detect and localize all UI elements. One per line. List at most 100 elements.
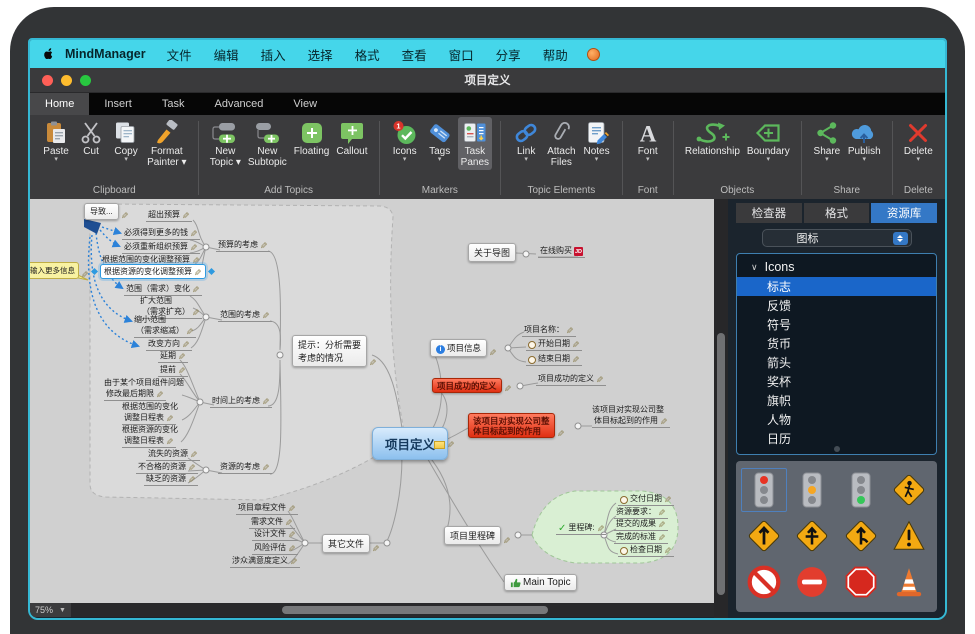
zoom-control[interactable]: 75% ▼ bbox=[30, 603, 71, 617]
menu-item-1[interactable]: 编辑 bbox=[203, 45, 250, 64]
topic-daozhi[interactable]: 导致...✎ bbox=[84, 203, 128, 220]
stop-sign-icon[interactable] bbox=[838, 560, 884, 604]
tab-advanced[interactable]: Advanced bbox=[199, 93, 278, 115]
topic-kaishi[interactable]: 开始日期✎ bbox=[526, 338, 582, 351]
topic-jiancha[interactable]: 检查日期✎ bbox=[618, 544, 674, 557]
traffic-light-green-icon[interactable] bbox=[838, 468, 884, 512]
note-pencil-icon[interactable]: ✎ bbox=[597, 525, 605, 533]
note-pencil-icon[interactable]: ✎ bbox=[121, 212, 129, 220]
note-pencil-icon[interactable]: ✎ bbox=[572, 356, 580, 364]
app-name[interactable]: MindManager bbox=[65, 47, 146, 61]
format-painter-button[interactable]: FormatPainter ▾ bbox=[144, 117, 189, 170]
menu-item-5[interactable]: 查看 bbox=[391, 45, 438, 64]
intersection-sign-icon[interactable] bbox=[789, 514, 835, 558]
arrow-up-sign-icon[interactable] bbox=[741, 514, 787, 558]
library-type-dropdown[interactable]: 图标 bbox=[762, 229, 912, 247]
library-item-货币[interactable]: 货币 bbox=[737, 334, 936, 353]
note-pencil-icon[interactable]: ✎ bbox=[369, 359, 377, 367]
share-button[interactable]: Share▾ bbox=[810, 117, 844, 165]
task-panes-button[interactable]: TaskPanes bbox=[458, 117, 492, 170]
topic-cg-text[interactable]: 项目成功的定义✎ bbox=[536, 373, 606, 386]
menu-item-6[interactable]: 窗口 bbox=[438, 45, 485, 64]
attach-files-button[interactable]: AttachFiles bbox=[544, 117, 578, 170]
note-pencil-icon[interactable]: ✎ bbox=[664, 496, 672, 504]
callout-button[interactable]: Callout bbox=[333, 117, 370, 159]
menu-item-8[interactable]: 帮助 bbox=[532, 45, 579, 64]
relationship-button[interactable]: Relationship bbox=[682, 117, 743, 159]
topic-youyu[interactable]: 由于某个项目组件问题修改最后期限✎ bbox=[104, 377, 184, 401]
topic-bixu1[interactable]: 必须得到更多的钱✎ bbox=[122, 227, 200, 240]
copy-button[interactable]: Copy▾ bbox=[109, 117, 143, 165]
topic-guanyu[interactable]: 关于导图 bbox=[468, 243, 516, 262]
note-pencil-icon[interactable]: ✎ bbox=[664, 547, 672, 555]
topic-quefa[interactable]: 缺乏的资源✎ bbox=[144, 473, 198, 486]
menu-item-7[interactable]: 分享 bbox=[485, 45, 532, 64]
menu-item-3[interactable]: 选择 bbox=[297, 45, 344, 64]
tags-button[interactable]: Tags▾ bbox=[423, 117, 457, 165]
note-pencil-icon[interactable]: ✎ bbox=[182, 341, 190, 349]
note-pencil-icon[interactable]: ✎ bbox=[503, 537, 511, 545]
note-pencil-icon[interactable]: ✎ bbox=[156, 391, 164, 399]
note-pencil-icon[interactable]: ✎ bbox=[166, 415, 174, 423]
library-tree-header[interactable]: ∨Icons bbox=[737, 258, 936, 277]
topic-center-icons[interactable]: ✎ bbox=[434, 441, 455, 449]
traffic-light-yellow-icon[interactable] bbox=[789, 468, 835, 512]
note-pencil-icon[interactable]: ✎ bbox=[81, 271, 89, 279]
topic-fwkl[interactable]: 范围的考虑✎ bbox=[218, 309, 272, 322]
note-pencil-icon[interactable]: ✎ bbox=[447, 441, 455, 449]
note-pencil-icon[interactable]: ✎ bbox=[260, 242, 268, 250]
note-pencil-icon[interactable]: ✎ bbox=[658, 534, 666, 542]
topic-sjwj[interactable]: 设计文件✎ bbox=[252, 528, 298, 541]
topic-maintopic[interactable]: Main Topic bbox=[504, 574, 577, 591]
topic-gai-box[interactable]: 该项目对实现公司整体目标起到的作用✎ bbox=[468, 413, 564, 438]
topic-jieshu[interactable]: 结束日期✎ bbox=[526, 353, 582, 366]
topic-sjkl[interactable]: 时间上的考虑✎ bbox=[210, 395, 272, 408]
delete-button[interactable]: Delete▾ bbox=[901, 117, 936, 165]
dropdown-stepper-icon[interactable] bbox=[893, 232, 908, 245]
note-pencil-icon[interactable]: ✎ bbox=[572, 341, 580, 349]
tab-task[interactable]: Task bbox=[147, 93, 200, 115]
note-pencil-icon[interactable]: ✎ bbox=[262, 312, 270, 320]
topic-gjzy2[interactable]: 根据资源的变化调整日程表✎ bbox=[122, 424, 178, 448]
note-pencil-icon[interactable]: ✎ bbox=[188, 464, 196, 472]
apple-menu-icon[interactable] bbox=[42, 47, 55, 62]
notes-icon[interactable] bbox=[434, 441, 445, 449]
topic-xinxi[interactable]: i项目信息✎ bbox=[430, 339, 497, 357]
topic-tiqian[interactable]: 提前✎ bbox=[158, 364, 188, 377]
note-pencil-icon[interactable]: ✎ bbox=[188, 476, 196, 484]
topic-szmyd[interactable]: 涉众满意度定义✎ bbox=[230, 555, 300, 568]
note-pencil-icon[interactable]: ✎ bbox=[262, 398, 270, 406]
note-pencil-icon[interactable]: ✎ bbox=[658, 509, 666, 517]
note-pencil-icon[interactable]: ✎ bbox=[182, 212, 190, 220]
note-pencil-icon[interactable]: ✎ bbox=[190, 230, 198, 238]
note-pencil-icon[interactable]: ✎ bbox=[290, 558, 298, 566]
topic-wancheng[interactable]: 完成的标准✎ bbox=[614, 531, 668, 544]
library-item-人物[interactable]: 人物 bbox=[737, 410, 936, 429]
note-pencil-icon[interactable]: ✎ bbox=[166, 438, 174, 446]
note-pencil-icon[interactable]: ✎ bbox=[190, 244, 198, 252]
topic-gai-text[interactable]: 该项目对实现公司整体目标起到的作用✎ bbox=[592, 404, 670, 428]
topic-sel[interactable]: 根据资源的变化调整预算✎ bbox=[100, 264, 206, 279]
topic-callout[interactable]: 输入更多信息✎ bbox=[30, 262, 89, 279]
library-item-反馈[interactable]: 反馈 bbox=[737, 296, 936, 315]
topic-mingcheng[interactable]: 项目名称：✎ bbox=[522, 324, 576, 337]
topic-suoxiao[interactable]: 缩小范围（需求缩减）✎ bbox=[134, 314, 196, 338]
note-pencil-icon[interactable]: ✎ bbox=[190, 451, 198, 459]
icons-button[interactable]: 1Icons▾ bbox=[388, 117, 422, 165]
tab-insert[interactable]: Insert bbox=[89, 93, 147, 115]
note-pencil-icon[interactable]: ✎ bbox=[504, 385, 512, 393]
no-entry-sign-icon[interactable] bbox=[741, 560, 787, 604]
traffic-cone-icon[interactable] bbox=[886, 560, 932, 604]
notes-button[interactable]: Notes▾ bbox=[580, 117, 614, 165]
topic-tishi[interactable]: 提示：分析需要考虑的情况✎ bbox=[292, 335, 377, 367]
traffic-light-red-icon[interactable] bbox=[741, 468, 787, 512]
note-pencil-icon[interactable]: ✎ bbox=[285, 519, 293, 527]
library-item-旗帜[interactable]: 旗帜 bbox=[737, 391, 936, 410]
tab-home[interactable]: Home bbox=[30, 93, 89, 115]
jd-store-icon[interactable]: JD bbox=[574, 247, 583, 256]
new-topic-button[interactable]: NewTopic ▾ bbox=[207, 117, 244, 170]
merge-sign-icon[interactable] bbox=[838, 514, 884, 558]
note-pencil-icon[interactable]: ✎ bbox=[186, 328, 194, 336]
topic-tijiao[interactable]: 提交的成果✎ bbox=[614, 518, 668, 531]
note-pencil-icon[interactable]: ✎ bbox=[178, 353, 186, 361]
